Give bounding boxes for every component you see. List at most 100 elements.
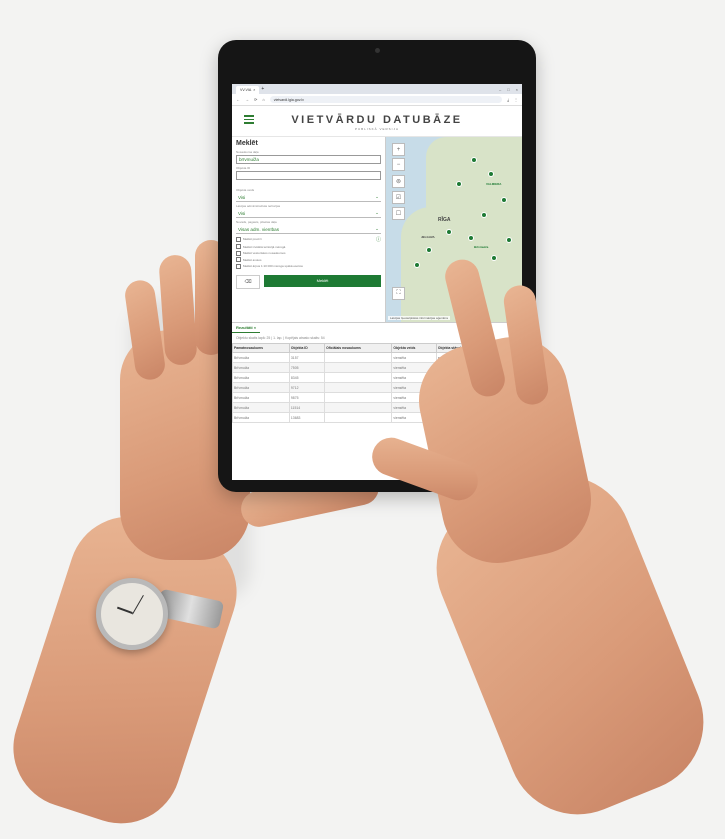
download-icon[interactable]: ⤓ xyxy=(507,97,509,102)
table-cell: Brīvmuiža xyxy=(232,372,290,383)
app-header: VIETVĀRDU DATUBĀZE PUBLISKĀ VERSIJA xyxy=(232,106,522,137)
checkbox-label: Meklēt precīzi xyxy=(243,237,262,242)
map-label-riga: RĪGA xyxy=(438,217,451,223)
fullscreen-button[interactable]: ⛶ xyxy=(392,287,405,300)
home-icon[interactable]: ⌂ xyxy=(262,97,264,102)
watch-hour-hand xyxy=(116,607,133,614)
map-pin[interactable] xyxy=(481,212,487,218)
clear-button[interactable]: ⌫ xyxy=(236,274,260,289)
map-pin[interactable] xyxy=(471,157,477,163)
layers-button[interactable]: ☐ xyxy=(392,207,405,220)
checkbox-label: Meklēt vēsturiskos nosaukumos xyxy=(243,251,286,256)
minimize-icon[interactable]: – xyxy=(499,87,501,92)
type-select[interactable]: Visi ⌄ xyxy=(236,193,381,202)
table-cell: 11514 xyxy=(288,402,326,413)
chevron-down-icon: ⌄ xyxy=(375,226,379,231)
url-field[interactable]: vietvardi.lgia.gov.lv xyxy=(269,96,503,103)
id-label: Objekta ID xyxy=(236,166,251,170)
map-pin[interactable] xyxy=(446,229,452,235)
checkbox-box[interactable] xyxy=(236,257,241,263)
county-select-value: Visas adm. vienības xyxy=(238,226,280,232)
checkbox-box[interactable] xyxy=(236,244,241,250)
admin-select[interactable]: Visi ⌄ xyxy=(236,209,381,218)
table-cell: 9875 xyxy=(288,392,326,403)
forward-icon[interactable]: → xyxy=(245,97,249,102)
col-header[interactable]: Objekta ID xyxy=(288,343,326,353)
table-cell: Brīvmuiža xyxy=(232,352,290,363)
right-hand-palm xyxy=(408,326,602,574)
menu-dots-icon[interactable]: ⋮ xyxy=(514,97,518,102)
table-cell: 3157 xyxy=(288,352,326,363)
close-tab-icon[interactable]: × xyxy=(253,88,255,92)
wristwatch xyxy=(96,578,168,650)
col-header[interactable]: Pamatnosaukums xyxy=(232,343,290,353)
map-pin[interactable] xyxy=(501,197,507,203)
window-controls: – □ × xyxy=(499,87,522,92)
map-pin[interactable] xyxy=(468,235,474,241)
checkbox-historical[interactable]: Meklēt vēsturiskos nosaukumos xyxy=(236,250,381,256)
maximize-icon[interactable]: □ xyxy=(507,87,509,92)
checkbox-box[interactable] xyxy=(236,263,241,269)
tab-title: VV.VIA xyxy=(240,88,252,92)
back-icon[interactable]: ← xyxy=(236,97,240,102)
name-input[interactable]: brīvmuiža xyxy=(236,155,381,164)
checkbox-sources[interactable]: Meklēt avotos xyxy=(236,257,381,263)
table-cell xyxy=(324,392,393,403)
left-finger-2 xyxy=(158,254,198,366)
col-header[interactable]: Objekta veids xyxy=(391,343,437,353)
map-pin[interactable] xyxy=(426,247,432,253)
watch-minute-hand xyxy=(132,594,145,615)
name-label: Nosaukuma daļa xyxy=(236,150,259,154)
search-panel: Meklēt Nosaukuma daļa brīvmuiža Objekta … xyxy=(232,137,386,322)
address-bar-row: ← → ⟳ ⌂ vietvardi.lgia.gov.lv ⤓ ⋮ xyxy=(232,94,522,106)
close-window-icon[interactable]: × xyxy=(516,87,518,92)
table-cell xyxy=(324,372,393,383)
admin-label: Latvijas administratīvās teritorijas xyxy=(236,204,281,208)
checkbox-label: Meklēt izvēlētā teritorijā mērogā xyxy=(243,244,286,249)
search-button-label: Meklēt xyxy=(316,278,329,284)
table-cell: viensēta xyxy=(391,352,437,363)
pagination-text: Objektu skaits lapā: 25 | 1. lap. | Kopē… xyxy=(236,336,325,340)
table-cell xyxy=(324,412,393,423)
checkbox-box[interactable] xyxy=(236,236,241,242)
new-tab-icon[interactable]: + xyxy=(261,86,264,92)
url-text: vietvardi.lgia.gov.lv xyxy=(273,97,304,102)
table-cell: 7505 xyxy=(288,362,326,373)
admin-select-value: Visi xyxy=(238,210,246,216)
reload-icon[interactable]: ⟳ xyxy=(254,97,257,102)
map-label-valmiera: VALMIERA xyxy=(486,182,502,186)
select-area-button[interactable]: ☑ xyxy=(392,191,405,204)
table-cell xyxy=(324,362,393,373)
table-cell: Brīvmuiža xyxy=(232,412,290,423)
checkbox-box[interactable] xyxy=(236,250,241,256)
county-select[interactable]: Visas adm. vienības ⌄ xyxy=(236,225,381,234)
map-pin[interactable] xyxy=(456,181,462,187)
chevron-down-icon: ⌄ xyxy=(375,194,379,199)
map-pin[interactable] xyxy=(414,262,420,268)
id-input[interactable] xyxy=(236,171,381,180)
table-cell: 9712 xyxy=(288,382,326,393)
col-header[interactable]: Oficiālais nosaukums xyxy=(324,343,393,353)
help-icon[interactable]: ⓘ xyxy=(376,236,381,243)
table-cell: 13683 xyxy=(288,412,326,423)
checkbox-territory[interactable]: Meklēt izvēlētā teritorijā mērogā xyxy=(236,244,381,250)
checkbox-exact[interactable]: Meklēt precīzi ⓘ xyxy=(236,236,381,243)
map-pin[interactable] xyxy=(491,255,497,261)
tab-results[interactable]: Rezultāti × xyxy=(232,323,261,333)
tab-results-label: Rezultāti xyxy=(236,325,253,330)
zoom-in-button[interactable]: + xyxy=(392,143,405,156)
map-pin[interactable] xyxy=(488,171,494,177)
browser-tab-bar: VV.VIA × + – □ × xyxy=(232,84,522,94)
checkbox-scale[interactable]: Meklēt ārpus 1:10 000 mēroga spēkā esošo… xyxy=(236,263,381,269)
table-cell xyxy=(324,352,393,363)
map-pin[interactable] xyxy=(506,237,512,243)
locate-button[interactable]: ⊚ xyxy=(392,175,405,188)
type-label: Objekta veids xyxy=(236,188,255,192)
browser-tab[interactable]: VV.VIA × xyxy=(236,86,260,94)
table-cell xyxy=(324,402,393,413)
search-button[interactable]: Meklēt xyxy=(264,274,381,287)
map-label-brivmuiza: Brīvmuiža xyxy=(474,245,489,249)
name-input-value: brīvmuiža xyxy=(239,157,259,162)
zoom-out-button[interactable]: − xyxy=(392,158,405,171)
app-subtitle: PUBLISKĀ VERSIJA xyxy=(354,127,399,131)
